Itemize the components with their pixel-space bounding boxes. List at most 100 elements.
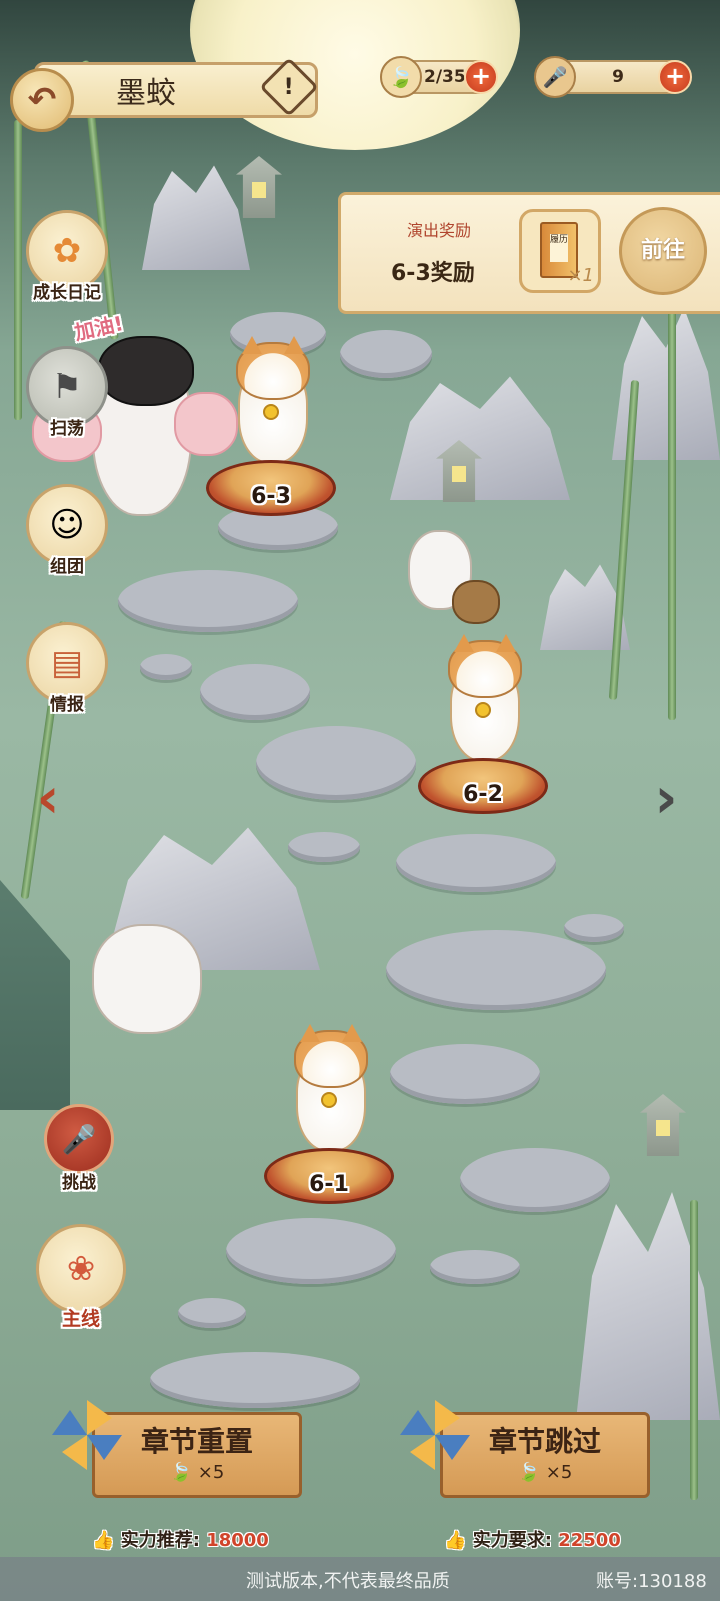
bunny-rocking-chair bbox=[92, 924, 202, 1034]
challenge-button[interactable]: 🎤 bbox=[44, 1104, 114, 1174]
stepping-stone bbox=[118, 570, 298, 632]
cat-ear bbox=[242, 336, 262, 354]
rock bbox=[612, 308, 720, 460]
stage-node-6-2[interactable]: 6-2 bbox=[418, 634, 548, 820]
bamboo bbox=[14, 120, 22, 420]
bell-icon bbox=[321, 1092, 337, 1108]
performance-reward-panel: 演出奖励 6-3奖励 履历 ×1 前往 bbox=[338, 192, 720, 314]
cat-ear bbox=[454, 634, 474, 652]
stone-lantern bbox=[236, 156, 282, 218]
bell-icon bbox=[475, 702, 491, 718]
stage-label: 6-1 bbox=[309, 1172, 349, 1197]
bamboo bbox=[668, 300, 676, 720]
stepping-stone bbox=[386, 930, 606, 1010]
cat-ear bbox=[496, 634, 516, 652]
stamina-value: 2/35 bbox=[424, 67, 466, 87]
microphone-value: 9 bbox=[612, 67, 624, 87]
test-build-footer: 测试版本,不代表最终品质 账号:130188 bbox=[0, 1557, 720, 1601]
stage-node-6-1[interactable]: 6-1 bbox=[264, 1024, 394, 1210]
reward-name: 6-3奖励 bbox=[391, 261, 475, 286]
stepping-stone bbox=[430, 1250, 520, 1284]
team-label: 组团 bbox=[50, 557, 84, 577]
reward-title: 演出奖励 bbox=[407, 221, 472, 240]
stamina-counter: 🍃 2/35 + bbox=[380, 56, 498, 98]
chapter-reset-cost: 🍃 ×5 bbox=[92, 1462, 302, 1483]
flower-paw-icon: ❀ bbox=[66, 1249, 96, 1289]
chapter-reset-label: 章节重置 bbox=[140, 1425, 253, 1458]
stepping-stone bbox=[564, 914, 624, 942]
back-button[interactable]: ↶ bbox=[10, 68, 74, 132]
exclamation-icon: ! bbox=[283, 74, 295, 100]
stepping-stone bbox=[288, 832, 360, 862]
stepping-stone bbox=[226, 1218, 396, 1284]
sweep-label: 扫荡 bbox=[50, 419, 84, 439]
account-id: 账号:130188 bbox=[596, 1571, 707, 1592]
build-notice: 测试版本,不代表最终品质 bbox=[246, 1571, 450, 1592]
leaf-icon: 🍃 bbox=[169, 1462, 193, 1483]
power-label: 实力推荐: bbox=[120, 1530, 200, 1551]
flower-icon: ✿ bbox=[52, 231, 82, 271]
back-arrow-icon: ↶ bbox=[27, 80, 57, 120]
stepping-stone bbox=[390, 1044, 540, 1104]
bell-icon bbox=[263, 404, 279, 420]
intel-label: 情报 bbox=[50, 695, 84, 715]
recommended-power: 👍 实力推荐: 18000 bbox=[92, 1526, 269, 1552]
stone-lantern bbox=[640, 1094, 686, 1156]
flag-icon: ⚑ bbox=[51, 367, 83, 407]
item-count: ×1 bbox=[567, 265, 594, 286]
leaf-icon: 🍃 bbox=[380, 56, 422, 98]
thumb-icon: 👍 bbox=[444, 1530, 467, 1551]
add-stamina-button[interactable]: + bbox=[464, 60, 498, 94]
pavilion bbox=[0, 880, 70, 1110]
cat-ear bbox=[342, 1024, 362, 1042]
main-story-label: 主线 bbox=[61, 1308, 100, 1330]
lucky-cat-head bbox=[294, 1024, 368, 1088]
bunny-basket bbox=[452, 580, 500, 624]
page-title: 墨蛟 bbox=[116, 76, 176, 111]
chapter-reset-button[interactable]: 章节重置 🍃 ×5 bbox=[52, 1400, 310, 1518]
stepping-stone bbox=[396, 834, 556, 892]
microphone-counter: 🎤 9 + bbox=[534, 56, 692, 98]
lucky-cat-head bbox=[236, 336, 310, 400]
chapter-skip-label: 章节跳过 bbox=[488, 1425, 601, 1458]
microphone-icon: 🎤 bbox=[534, 56, 576, 98]
stepping-stone bbox=[460, 1148, 610, 1212]
required-power: 👍 实力要求: 22500 bbox=[444, 1526, 621, 1552]
cat-ear bbox=[284, 336, 304, 354]
chapter-skip-button[interactable]: 章节跳过 🍃 ×5 bbox=[400, 1400, 658, 1518]
main-story-button[interactable]: ❀ bbox=[36, 1224, 126, 1314]
cost-value: ×5 bbox=[545, 1462, 573, 1483]
stepping-stone bbox=[200, 664, 310, 720]
chevron-right-icon: › bbox=[654, 766, 678, 831]
stepping-stone bbox=[140, 654, 192, 680]
cost-value: ×5 bbox=[197, 1462, 225, 1483]
add-microphone-button[interactable]: + bbox=[658, 60, 692, 94]
girl-face-icon: ☺ bbox=[49, 505, 85, 545]
lucky-cat-head bbox=[448, 634, 522, 698]
thumb-icon: 👍 bbox=[92, 1530, 115, 1551]
book-label: 履历 bbox=[550, 234, 568, 262]
stepping-stone bbox=[150, 1352, 360, 1408]
next-chapter-button[interactable]: › bbox=[640, 764, 692, 834]
leaf-icon: 🍃 bbox=[517, 1462, 541, 1483]
growth-diary-label: 成长日记 bbox=[33, 283, 101, 303]
stepping-stone bbox=[340, 330, 432, 378]
prev-chapter-button[interactable]: ‹ bbox=[22, 764, 74, 834]
stepping-stone bbox=[178, 1298, 246, 1328]
stage-node-6-3[interactable]: 6-3 bbox=[206, 336, 336, 522]
stepping-stone bbox=[256, 726, 416, 800]
reward-item[interactable]: 履历 ×1 bbox=[519, 209, 601, 293]
header: ↶ 墨蛟 ! bbox=[4, 57, 322, 136]
go-button[interactable]: 前往 bbox=[619, 207, 707, 295]
husky-cheerleader bbox=[32, 316, 238, 516]
rock bbox=[142, 165, 250, 270]
power-value: 22500 bbox=[558, 1530, 621, 1551]
stage-label: 6-3 bbox=[251, 484, 291, 509]
power-value: 18000 bbox=[206, 1530, 269, 1551]
husky-head bbox=[98, 336, 194, 406]
book-icon: ▤ bbox=[50, 643, 84, 683]
challenge-label: 挑战 bbox=[62, 1173, 96, 1193]
bamboo bbox=[690, 1200, 698, 1500]
stage-label: 6-2 bbox=[463, 782, 503, 807]
chevron-left-icon: ‹ bbox=[36, 766, 60, 831]
